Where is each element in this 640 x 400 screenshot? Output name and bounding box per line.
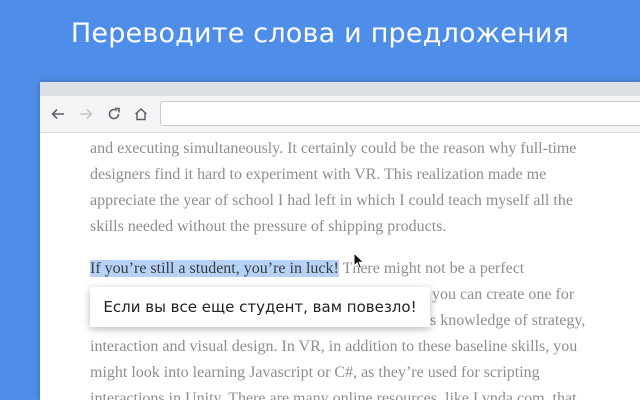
paragraph-2: If you’re still a student, you’re in luc… bbox=[90, 256, 585, 400]
reload-icon bbox=[108, 107, 120, 120]
text-fragment: There might not be a perfect bbox=[338, 260, 525, 277]
home-button[interactable] bbox=[131, 104, 151, 124]
text-line: interactions in Unity. There are many on… bbox=[90, 390, 577, 400]
paragraph-1: and executing simultaneously. It certain… bbox=[90, 136, 576, 240]
home-icon bbox=[134, 107, 148, 121]
text-line: If you’re still a student, you’re in luc… bbox=[90, 256, 585, 282]
text-line: and executing simultaneously. It certain… bbox=[90, 140, 577, 157]
highlighted-sentence[interactable]: If you’re still a student, you’re in luc… bbox=[90, 260, 339, 277]
forward-button[interactable] bbox=[76, 104, 96, 124]
tab-strip bbox=[40, 82, 640, 96]
text-line: might look into learning Javascript or C… bbox=[90, 364, 540, 381]
address-bar[interactable] bbox=[160, 101, 640, 126]
reload-button[interactable] bbox=[104, 104, 124, 124]
text-line: designers find it hard to experiment wit… bbox=[90, 166, 547, 183]
mouse-cursor-icon bbox=[353, 251, 365, 274]
browser-window: and executing simultaneously. It certain… bbox=[40, 82, 640, 400]
arrow-left-icon bbox=[51, 108, 64, 120]
translation-popup: Если вы все еще студент, вам повезло! bbox=[90, 287, 430, 327]
back-button[interactable] bbox=[48, 104, 68, 124]
text-line: appreciate the year of school I had left… bbox=[90, 192, 573, 209]
text-line: skills needed without the pressure of sh… bbox=[90, 218, 447, 235]
translation-text: Если вы все еще студент, вам повезло! bbox=[103, 298, 417, 316]
browser-toolbar bbox=[40, 96, 640, 133]
text-line: interaction and visual design. In VR, in… bbox=[90, 338, 578, 355]
headline: Переводите слова и предложения bbox=[70, 18, 570, 49]
arrow-right-icon bbox=[80, 108, 93, 120]
